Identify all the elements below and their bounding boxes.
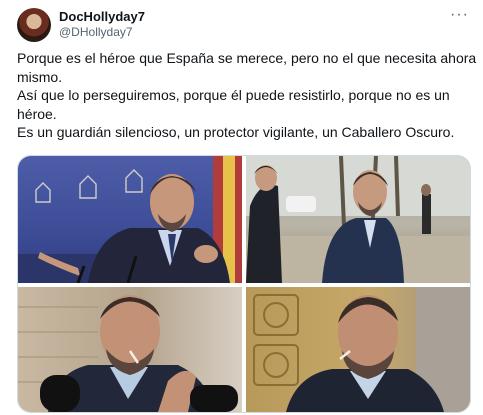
photo-man-at-podium[interactable] bbox=[18, 156, 242, 283]
tweet-line: Porque es el héroe que España se merece,… bbox=[17, 50, 477, 85]
photo-man-with-toothpick-ornate-door[interactable] bbox=[246, 287, 470, 412]
photo-man-with-toothpick-microphones[interactable] bbox=[18, 287, 242, 412]
display-name[interactable]: DocHollyday7 bbox=[59, 9, 145, 24]
tweet-text: Porque es el héroe que España se merece,… bbox=[17, 49, 477, 142]
media-grid bbox=[17, 155, 471, 413]
avatar[interactable] bbox=[17, 8, 51, 42]
more-options-icon[interactable]: ··· bbox=[450, 6, 469, 24]
tweet-line: Es un guardián silencioso, un protector … bbox=[17, 124, 455, 141]
user-handle[interactable]: @DHollyday7 bbox=[59, 25, 133, 39]
tweet-line: Así que lo perseguiremos, porque él pued… bbox=[17, 87, 450, 122]
photo-man-walking-street[interactable] bbox=[246, 156, 470, 283]
